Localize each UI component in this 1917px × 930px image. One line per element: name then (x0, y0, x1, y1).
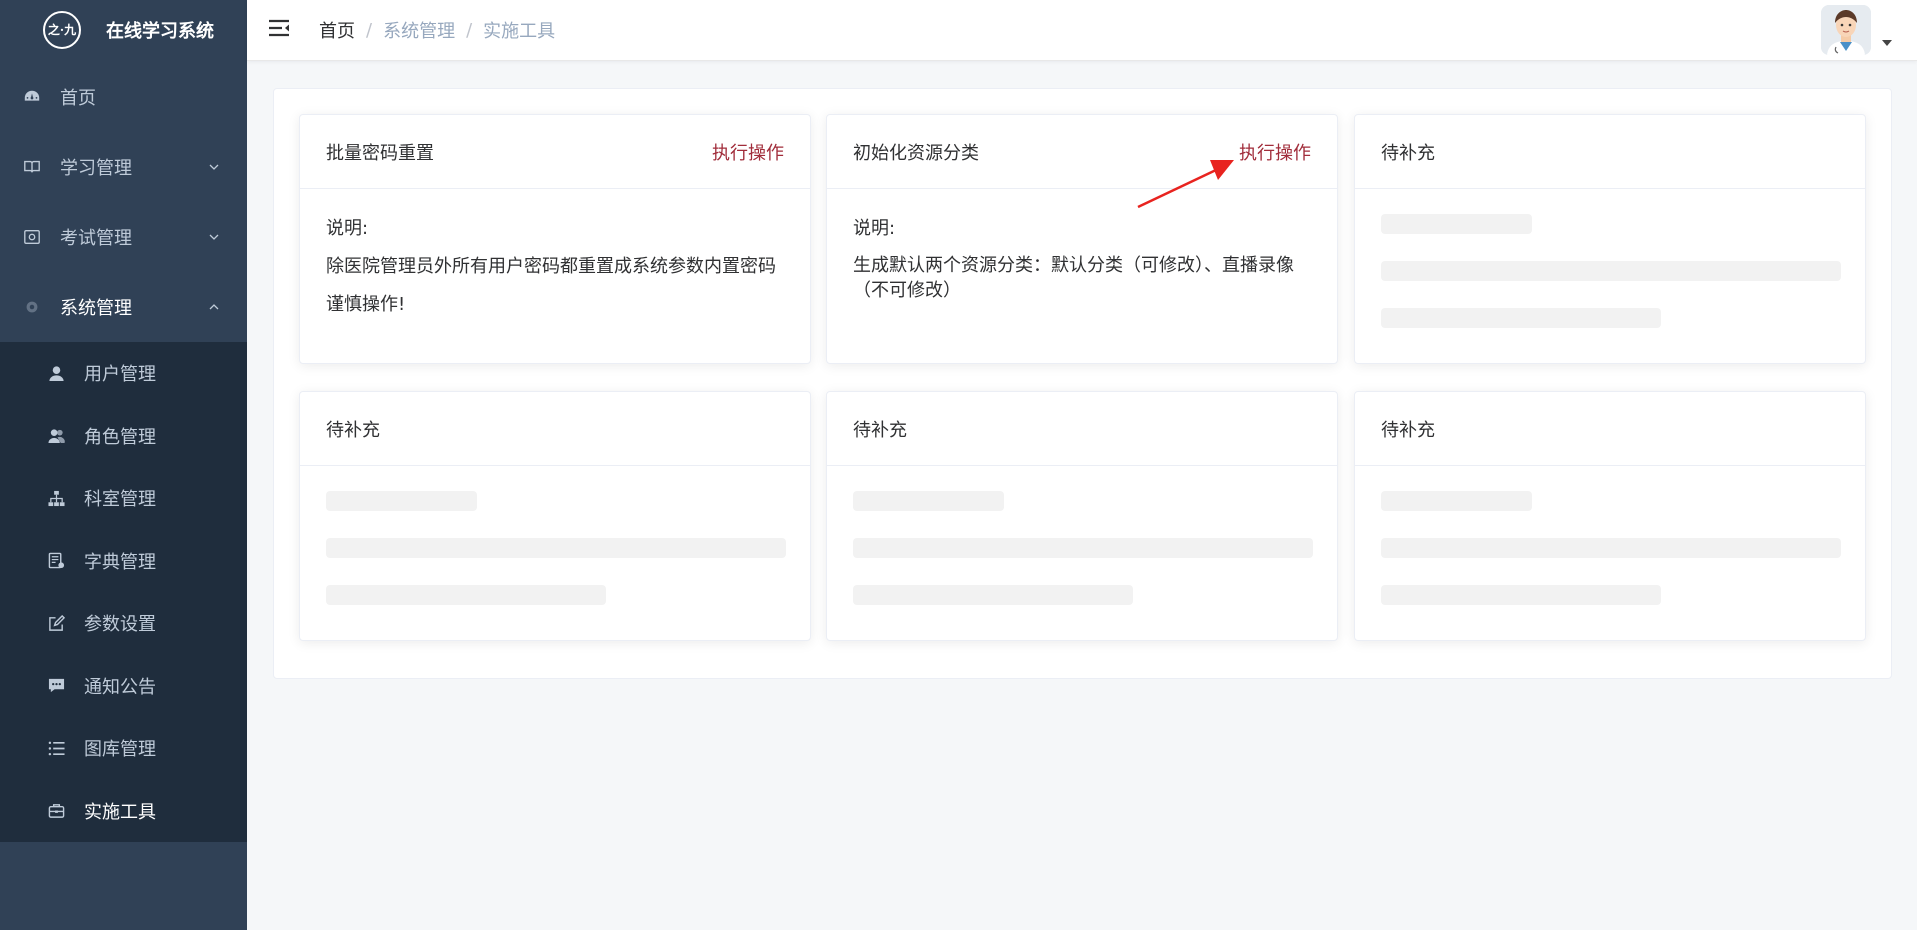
card-placeholder: 待补充 (299, 391, 811, 641)
skeleton-line (1381, 261, 1841, 281)
content-panel: 批量密码重置 执行操作 说明: 除医院管理员外所有用户密码都重置成系统参数内置密… (273, 88, 1892, 679)
skeleton-line (853, 585, 1133, 605)
sidebar-item-tools[interactable]: 实施工具 (0, 780, 247, 843)
doctor-avatar-icon (1821, 5, 1871, 55)
sidebar-item-label: 字典管理 (84, 551, 156, 573)
skeleton-line (1381, 491, 1532, 511)
breadcrumb-item-home[interactable]: 首页 (319, 17, 355, 43)
card-placeholder: 待补充 (1354, 391, 1866, 641)
user-icon (46, 363, 66, 383)
skeleton-line (853, 491, 1004, 511)
sidebar-item-learning[interactable]: 学习管理 (0, 132, 247, 202)
card-header: 批量密码重置 执行操作 (300, 115, 810, 189)
card-batch-password-reset: 批量密码重置 执行操作 说明: 除医院管理员外所有用户密码都重置成系统参数内置密… (299, 114, 811, 364)
sidebar-item-label: 角色管理 (84, 426, 156, 448)
sidebar-item-label: 科室管理 (84, 489, 156, 511)
card-init-resource-category: 初始化资源分类 执行操作 说明: 生成默认两个资源分类：默认分类（可修改）、直播… (826, 114, 1338, 364)
sidebar-item-users[interactable]: 用户管理 (0, 342, 247, 405)
card-title: 待补充 (1381, 142, 1435, 164)
dictionary-icon (46, 551, 66, 571)
description-label: 说明: (853, 218, 896, 239)
sidebar-item-label: 首页 (60, 88, 96, 109)
sidebar-item-label: 实施工具 (84, 801, 156, 823)
app-title: 在线学习系统 (106, 20, 214, 42)
description-label: 说明: (326, 218, 369, 239)
skeleton-line (326, 538, 786, 558)
chevron-up-icon (209, 304, 219, 310)
exam-icon (22, 227, 42, 247)
avatar[interactable] (1821, 5, 1871, 55)
chevron-down-icon (209, 234, 219, 240)
edit-icon (46, 613, 66, 633)
sitemap-icon (46, 488, 66, 508)
sidebar-item-home[interactable]: 首页 (0, 62, 247, 132)
card-header: 初始化资源分类 执行操作 (827, 115, 1337, 189)
sidebar-item-params[interactable]: 参数设置 (0, 592, 247, 655)
breadcrumb-separator: / (366, 19, 373, 41)
card-title: 待补充 (853, 419, 907, 441)
book-icon (22, 157, 42, 177)
sidebar-item-system[interactable]: 系统管理 (0, 272, 247, 342)
description-text: 除医院管理员外所有用户密码都重置成系统参数内置密码 (326, 255, 776, 277)
breadcrumb-item-current: 实施工具 (483, 21, 556, 42)
card-placeholder: 待补充 (1354, 114, 1866, 364)
breadcrumb-item-system: 系统管理 (383, 21, 456, 42)
warning-text: 谨慎操作! (326, 293, 406, 315)
breadcrumb: 首页 / 系统管理 / 实施工具 (319, 17, 555, 43)
sidebar-item-notices[interactable]: 通知公告 (0, 655, 247, 718)
caret-down-icon[interactable] (1882, 40, 1892, 46)
chevron-down-icon (209, 164, 219, 170)
card-header: 待补充 (1355, 392, 1865, 466)
sidebar-item-label: 学习管理 (60, 158, 132, 179)
skeleton-line (326, 491, 477, 511)
card-title: 初始化资源分类 (853, 142, 979, 164)
system-submenu: 用户管理 角色管理 科室管理 字典管理 参数设置 通知公告 图库管理 实施工具 (0, 342, 247, 842)
card-title: 待补充 (326, 419, 380, 441)
description-text: 生成默认两个资源分类：默认分类（可修改）、直播录像（不可修改） (853, 254, 1294, 302)
skeleton-line (1381, 214, 1532, 234)
skeleton-line (326, 585, 606, 605)
sidebar-item-label: 用户管理 (84, 364, 156, 386)
sidebar-item-departments[interactable]: 科室管理 (0, 467, 247, 530)
card-title: 批量密码重置 (326, 142, 434, 164)
gear-icon (22, 297, 42, 317)
card-header: 待补充 (300, 392, 810, 466)
annotation-arrow-icon (1137, 160, 1234, 209)
sidebar-item-label: 参数设置 (84, 614, 156, 636)
card-header: 待补充 (827, 392, 1337, 466)
toolbox-icon (46, 801, 66, 821)
breadcrumb-separator: / (466, 19, 473, 41)
sidebar-item-gallery[interactable]: 图库管理 (0, 717, 247, 780)
sidebar-item-label: 考试管理 (60, 228, 132, 249)
logo[interactable]: 之·九 在线学习系统 (0, 0, 247, 59)
sidebar-item-roles[interactable]: 角色管理 (0, 405, 247, 468)
skeleton-line (1381, 308, 1661, 328)
card-body: 说明: 除医院管理员外所有用户密码都重置成系统参数内置密码 谨慎操作! (300, 189, 810, 345)
card-placeholder: 待补充 (826, 391, 1338, 641)
dashboard-icon (22, 87, 42, 107)
sidebar-item-label: 通知公告 (84, 676, 156, 698)
sidebar-item-exam[interactable]: 考试管理 (0, 202, 247, 272)
message-icon (46, 676, 66, 696)
skeleton-line (853, 538, 1313, 558)
card-header: 待补充 (1355, 115, 1865, 189)
execute-action-button[interactable]: 执行操作 (712, 139, 784, 165)
sidebar-item-label: 系统管理 (60, 298, 132, 319)
logo-mark: 之·九 (43, 10, 81, 49)
hamburger-icon[interactable] (268, 18, 290, 38)
skeleton-line (1381, 538, 1841, 558)
top-navbar: 首页 / 系统管理 / 实施工具 (247, 0, 1917, 61)
list-icon (46, 738, 66, 758)
card-body: 说明: 生成默认两个资源分类：默认分类（可修改）、直播录像（不可修改） (827, 189, 1337, 329)
sidebar: 之·九 在线学习系统 首页 学习管理 考试管理 系统管理 用户管理 角色管理 科… (0, 0, 247, 930)
skeleton-line (1381, 585, 1661, 605)
users-icon (46, 426, 66, 446)
sidebar-item-label: 图库管理 (84, 739, 156, 761)
execute-action-button[interactable]: 执行操作 (1239, 139, 1311, 165)
sidebar-item-dictionary[interactable]: 字典管理 (0, 530, 247, 593)
card-title: 待补充 (1381, 419, 1435, 441)
